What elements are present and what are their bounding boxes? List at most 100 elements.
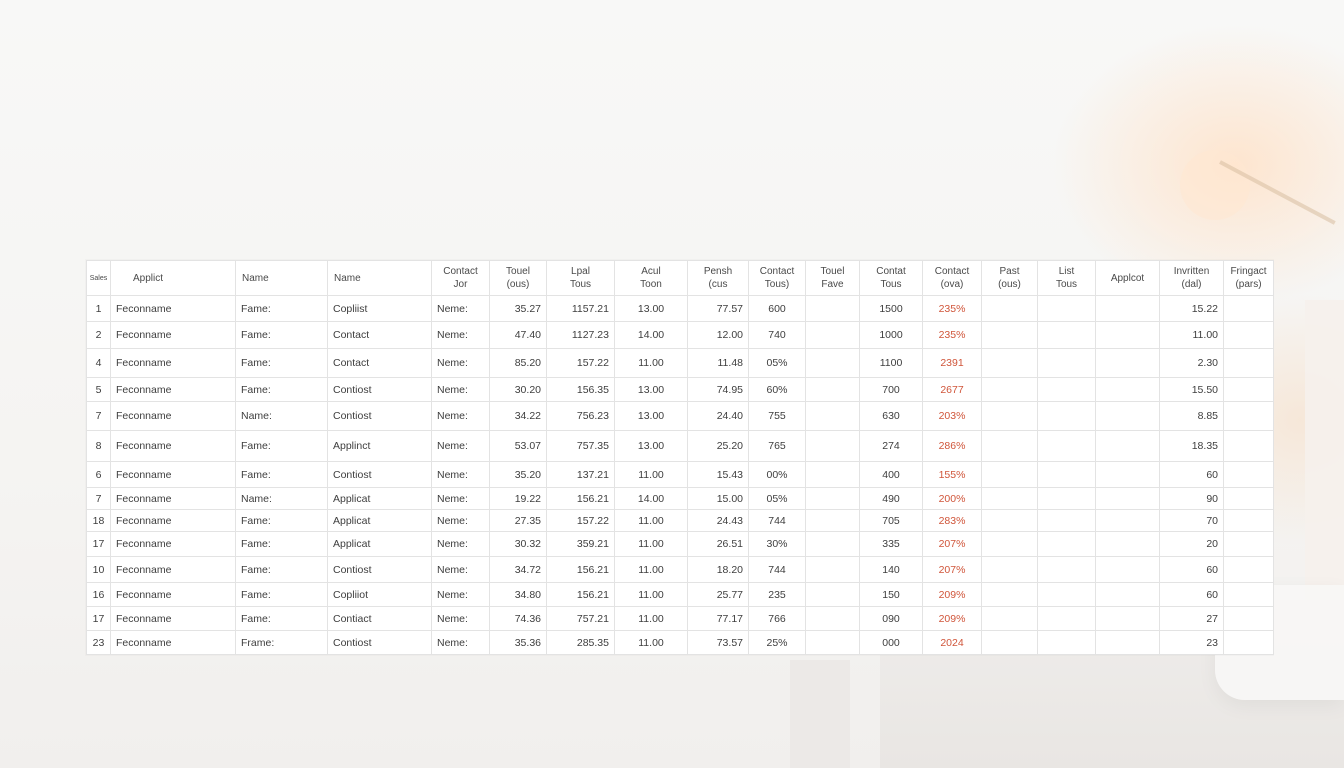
field-cell[interactable]: Fame: [235, 461, 328, 488]
column-header[interactable]: Pensh (cus [687, 260, 749, 296]
value-cell[interactable]: 11.48 [687, 348, 749, 378]
value-cell[interactable]: 00% [748, 461, 806, 488]
value-cell[interactable]: 60 [1159, 582, 1224, 607]
value-cell[interactable]: 000 [859, 630, 923, 655]
label-cell[interactable]: Neme: [431, 321, 490, 349]
value-cell[interactable]: 150 [859, 582, 923, 607]
value-cell[interactable]: 1157.21 [546, 295, 615, 322]
value-cell[interactable]: 15.22 [1159, 295, 1224, 322]
name-cell[interactable]: Feconname [110, 487, 236, 510]
column-header[interactable]: Sales [86, 260, 111, 296]
table-row[interactable]: 8 Feconname Fame: Applinct Neme: 53.07 757.35 1… [86, 430, 1274, 462]
percent-cell[interactable]: 200% [922, 487, 982, 510]
field-cell[interactable]: Frame: [235, 630, 328, 655]
value-cell[interactable]: 14.00 [614, 321, 688, 349]
value-cell[interactable] [981, 461, 1038, 488]
table-row[interactable]: 1 Feconname Fame: Copliist Neme: 35.27 1157.21… [86, 295, 1274, 322]
percent-cell[interactable]: 2391 [922, 348, 982, 378]
value-cell[interactable]: 8.85 [1159, 401, 1224, 431]
value-cell[interactable] [805, 461, 860, 488]
value-cell[interactable]: 24.43 [687, 509, 749, 532]
name-cell[interactable]: Feconname [110, 630, 236, 655]
name-cell[interactable]: Feconname [110, 461, 236, 488]
type-cell[interactable]: Applinct [327, 430, 432, 462]
value-cell[interactable] [1095, 430, 1160, 462]
value-cell[interactable] [1095, 556, 1160, 583]
value-cell[interactable] [1223, 509, 1274, 532]
value-cell[interactable]: 60 [1159, 461, 1224, 488]
value-cell[interactable]: 18.20 [687, 556, 749, 583]
value-cell[interactable] [805, 630, 860, 655]
column-header[interactable]: Invritten (dal) [1159, 260, 1224, 296]
value-cell[interactable]: 156.21 [546, 582, 615, 607]
type-cell[interactable]: Applicat [327, 487, 432, 510]
name-cell[interactable]: Feconname [110, 295, 236, 322]
value-cell[interactable]: 156.21 [546, 556, 615, 583]
name-cell[interactable]: Feconname [110, 430, 236, 462]
percent-cell[interactable]: 286% [922, 430, 982, 462]
label-cell[interactable]: Neme: [431, 348, 490, 378]
label-cell[interactable]: Neme: [431, 401, 490, 431]
column-header[interactable]: Contact Tous) [748, 260, 806, 296]
value-cell[interactable]: 26.51 [687, 531, 749, 557]
value-cell[interactable]: 14.00 [614, 487, 688, 510]
field-cell[interactable]: Fame: [235, 295, 328, 322]
value-cell[interactable] [1037, 430, 1096, 462]
type-cell[interactable]: Contiost [327, 377, 432, 402]
value-cell[interactable] [981, 295, 1038, 322]
value-cell[interactable] [805, 487, 860, 510]
row-number[interactable]: 6 [86, 461, 111, 488]
value-cell[interactable] [981, 556, 1038, 583]
table-row[interactable]: 16 Feconname Fame: Copliiot Neme: 34.80 156.21… [86, 582, 1274, 607]
value-cell[interactable]: 35.36 [489, 630, 547, 655]
percent-cell[interactable]: 203% [922, 401, 982, 431]
value-cell[interactable]: 30.20 [489, 377, 547, 402]
table-row[interactable]: 4 Feconname Fame: Contact Neme: 85.20 157.22 11… [86, 348, 1274, 378]
value-cell[interactable]: 11.00 [614, 582, 688, 607]
value-cell[interactable]: 13.00 [614, 295, 688, 322]
value-cell[interactable]: 1500 [859, 295, 923, 322]
value-cell[interactable]: 15.50 [1159, 377, 1224, 402]
value-cell[interactable]: 11.00 [614, 348, 688, 378]
field-cell[interactable]: Fame: [235, 582, 328, 607]
value-cell[interactable] [1223, 348, 1274, 378]
value-cell[interactable]: 05% [748, 487, 806, 510]
value-cell[interactable]: 77.57 [687, 295, 749, 322]
value-cell[interactable]: 12.00 [687, 321, 749, 349]
table-row[interactable]: 6 Feconname Fame: Contiost Neme: 35.20 137.21 1… [86, 461, 1274, 488]
column-header[interactable]: List Tous [1037, 260, 1096, 296]
table-row[interactable]: 18 Feconname Fame: Applicat Neme: 27.35 157.22… [86, 509, 1274, 532]
value-cell[interactable]: 765 [748, 430, 806, 462]
row-number[interactable]: 5 [86, 377, 111, 402]
column-header[interactable]: Contact Jor [431, 260, 490, 296]
value-cell[interactable]: 630 [859, 401, 923, 431]
value-cell[interactable]: 335 [859, 531, 923, 557]
value-cell[interactable]: 19.22 [489, 487, 547, 510]
type-cell[interactable]: Applicat [327, 509, 432, 532]
value-cell[interactable]: 755 [748, 401, 806, 431]
value-cell[interactable] [981, 348, 1038, 378]
label-cell[interactable]: Neme: [431, 531, 490, 557]
value-cell[interactable]: 74.36 [489, 606, 547, 631]
value-cell[interactable] [1037, 606, 1096, 631]
value-cell[interactable]: 744 [748, 556, 806, 583]
value-cell[interactable] [1095, 401, 1160, 431]
row-number[interactable]: 16 [86, 582, 111, 607]
column-header[interactable]: Past (ous) [981, 260, 1038, 296]
value-cell[interactable]: 77.17 [687, 606, 749, 631]
name-cell[interactable]: Feconname [110, 531, 236, 557]
row-number[interactable]: 18 [86, 509, 111, 532]
field-cell[interactable]: Name: [235, 487, 328, 510]
value-cell[interactable]: 090 [859, 606, 923, 631]
value-cell[interactable]: 490 [859, 487, 923, 510]
value-cell[interactable] [981, 401, 1038, 431]
value-cell[interactable]: 70 [1159, 509, 1224, 532]
value-cell[interactable]: 23 [1159, 630, 1224, 655]
value-cell[interactable]: 11.00 [614, 461, 688, 488]
value-cell[interactable]: 740 [748, 321, 806, 349]
value-cell[interactable] [1095, 461, 1160, 488]
value-cell[interactable] [805, 348, 860, 378]
percent-cell[interactable]: 209% [922, 606, 982, 631]
type-cell[interactable]: Contiost [327, 401, 432, 431]
value-cell[interactable]: 744 [748, 509, 806, 532]
